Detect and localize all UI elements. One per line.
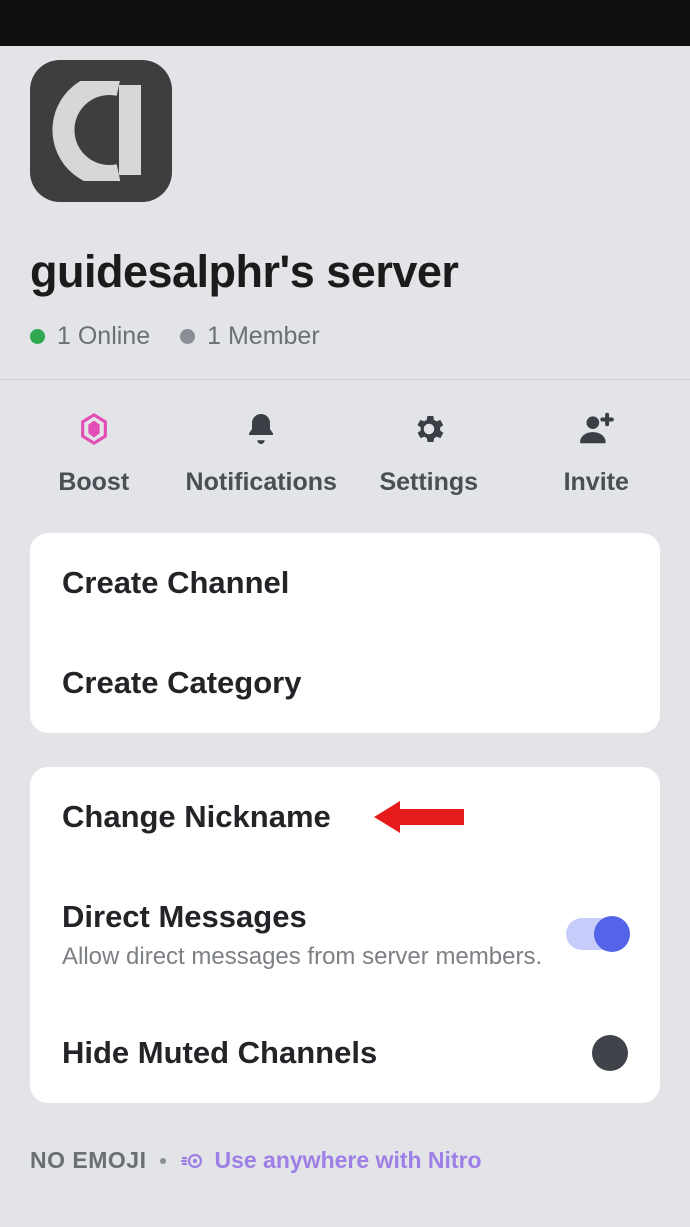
create-category-row[interactable]: Create Category [62,633,628,733]
create-channel-label: Create Channel [62,565,289,601]
member-dot-icon [180,329,195,344]
annotation-arrow-icon [374,795,464,839]
notifications-label: Notifications [186,468,337,497]
direct-messages-toggle[interactable] [566,918,628,952]
direct-messages-label: Direct Messages [62,899,542,935]
server-icon[interactable] [30,60,172,202]
server-logo-icon [51,81,151,181]
status-bar [0,0,690,46]
nitro-footer: NO EMOJI Use anywhere with Nitro [0,1137,690,1174]
online-count: 1 Online [30,322,150,351]
settings-label: Settings [379,468,478,497]
hide-muted-label: Hide Muted Channels [62,1035,377,1071]
invite-button[interactable]: Invite [513,410,681,497]
server-status: 1 Online 1 Member [30,322,660,351]
create-category-label: Create Category [62,665,301,701]
nitro-icon [180,1149,204,1173]
direct-messages-row[interactable]: Direct Messages Allow direct messages fr… [62,867,628,1003]
boost-button[interactable]: Boost [10,410,178,497]
create-channel-row[interactable]: Create Channel [62,533,628,633]
create-card: Create Channel Create Category [30,533,660,733]
hide-muted-row[interactable]: Hide Muted Channels [62,1003,628,1103]
member-text: 1 Member [207,322,320,351]
server-name: guidesalphr's server [30,246,660,298]
no-emoji-label: NO EMOJI [30,1147,146,1174]
invite-label: Invite [564,468,629,497]
change-nickname-label: Change Nickname [62,799,331,835]
bell-icon [242,410,280,448]
online-dot-icon [30,329,45,344]
gear-icon [410,410,448,448]
nitro-link[interactable]: Use anywhere with Nitro [180,1147,481,1174]
boost-icon [75,410,113,448]
boost-label: Boost [58,468,129,497]
change-nickname-row[interactable]: Change Nickname [62,767,628,867]
dot-separator-icon [160,1158,166,1164]
member-count: 1 Member [180,322,320,351]
settings-button[interactable]: Settings [345,410,513,497]
notifications-button[interactable]: Notifications [178,410,346,497]
direct-messages-sub: Allow direct messages from server member… [62,943,542,971]
action-bar: Boost Notifications Settings Invite [0,380,690,533]
nitro-link-text: Use anywhere with Nitro [214,1147,481,1174]
settings-card: Change Nickname Direct Messages Allow di… [30,767,660,1103]
add-user-icon [577,410,615,448]
hide-muted-toggle[interactable] [592,1035,628,1071]
online-text: 1 Online [57,322,150,351]
server-header: guidesalphr's server 1 Online 1 Member [0,46,690,379]
